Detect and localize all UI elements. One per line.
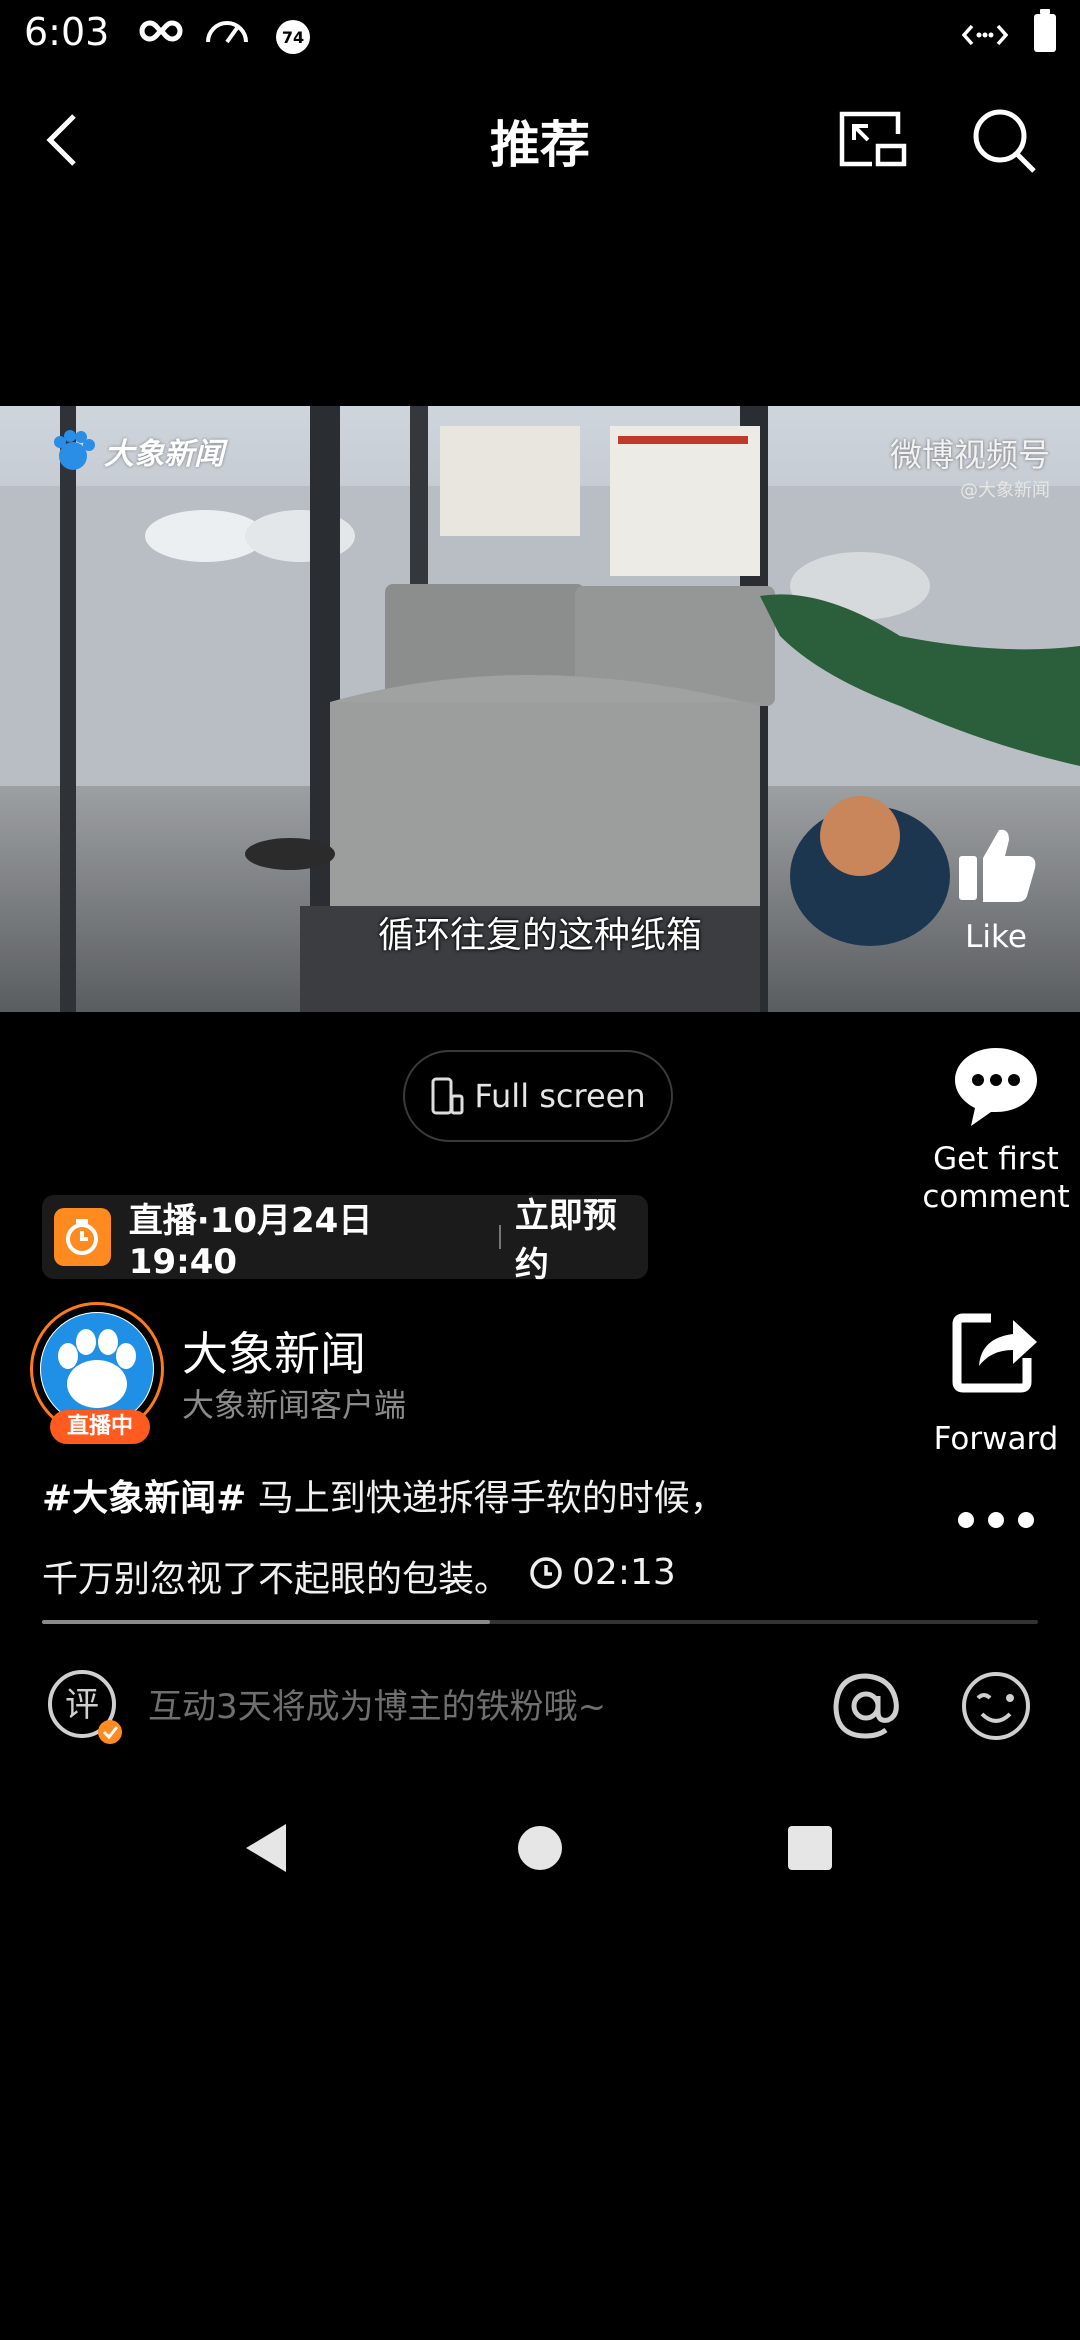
speedometer-icon: [204, 14, 250, 52]
nav-home-button[interactable]: [510, 1818, 570, 1878]
search-icon: [973, 109, 1036, 173]
picture-in-picture-icon: [839, 111, 907, 167]
picture-in-picture-button[interactable]: [832, 100, 912, 180]
author-avatar[interactable]: 直播中: [30, 1302, 170, 1444]
infinity-icon: [138, 14, 184, 52]
nav-recent-icon: [788, 1826, 832, 1870]
notification-badge-icon: 74: [276, 20, 310, 54]
comment-compose-button[interactable]: 评: [44, 1666, 126, 1748]
clock-icon: [530, 1557, 562, 1589]
code-arrows-icon: [961, 18, 1009, 56]
emoji-button[interactable]: [956, 1666, 1036, 1746]
forward-button[interactable]: Forward: [906, 1306, 1080, 1458]
like-button[interactable]: Like: [906, 820, 1080, 956]
paw-logo-icon: [54, 430, 95, 470]
clock-icon: [54, 1208, 111, 1266]
at-icon: [833, 1673, 899, 1739]
phone-rotate-icon: [431, 1077, 464, 1115]
avatar: [40, 1312, 154, 1426]
author-subtitle: 大象新闻客户端: [182, 1386, 407, 1424]
nav-recent-button[interactable]: [780, 1818, 840, 1878]
nav-back-icon: [246, 1824, 286, 1872]
watermark-right-sub: @大象新闻: [960, 480, 1050, 501]
emoji-icon: [962, 1672, 1030, 1740]
nav-back-button[interactable]: [240, 1818, 300, 1878]
forward-label: Forward: [933, 1421, 1059, 1457]
status-time: 6:03: [24, 10, 110, 54]
live-badge: 直播中: [50, 1410, 150, 1444]
caption-line-1: 马上到快递拆得手软的时候，: [246, 1478, 726, 1519]
live-reservation-banner[interactable]: 直播·10月24日 19:40 立即预约: [42, 1195, 648, 1285]
mention-button[interactable]: [826, 1666, 906, 1746]
watermark-right: 微博视频号 @大象新闻: [890, 430, 1050, 502]
hashtag-link[interactable]: #大象新闻#: [42, 1478, 246, 1519]
video-progress-fill: [42, 1620, 491, 1624]
battery-icon: [1034, 9, 1056, 52]
video-duration: 02:13: [528, 1536, 676, 1610]
post-caption: #大象新闻# 马上到快递拆得手软的时候， 千万别忽视了不起眼的包装。 02:13: [42, 1462, 842, 1617]
caption-line-2: 千万别忽视了不起眼的包装。: [42, 1559, 511, 1600]
share-icon: [952, 1313, 1037, 1393]
comment-button[interactable]: Get first comment: [906, 1042, 1080, 1216]
divider: [498, 1225, 501, 1249]
duration-text: 02:13: [572, 1552, 676, 1593]
watermark-left-text: 大象新闻: [104, 437, 224, 472]
author-name[interactable]: 大象新闻: [182, 1318, 366, 1384]
page-title: 推荐: [490, 116, 590, 174]
watermark-left: 大象新闻: [48, 426, 224, 476]
comment-compose-icon: 评: [48, 1670, 122, 1744]
thumbs-up-icon: [959, 829, 1036, 902]
reserve-now-button[interactable]: 立即预约: [515, 1188, 648, 1286]
comment-label: Get first comment: [922, 1141, 1070, 1215]
comment-icon-text: 评: [65, 1685, 99, 1725]
paw-logo-icon: [40, 1312, 154, 1426]
comment-bubble-icon: [955, 1048, 1037, 1126]
nav-home-icon: [518, 1826, 562, 1870]
full-screen-label: Full screen: [474, 1077, 646, 1115]
search-button[interactable]: [966, 100, 1046, 180]
more-icon: [958, 1512, 1034, 1528]
full-screen-button[interactable]: Full screen: [403, 1050, 673, 1142]
comment-input[interactable]: [148, 1672, 768, 1742]
like-label: Like: [965, 919, 1027, 955]
more-button[interactable]: [906, 1500, 1080, 1548]
live-schedule-text: 直播·10月24日 19:40: [128, 1200, 373, 1282]
watermark-right-text: 微博视频号: [889, 436, 1050, 474]
video-progress-bar[interactable]: [42, 1620, 1038, 1624]
